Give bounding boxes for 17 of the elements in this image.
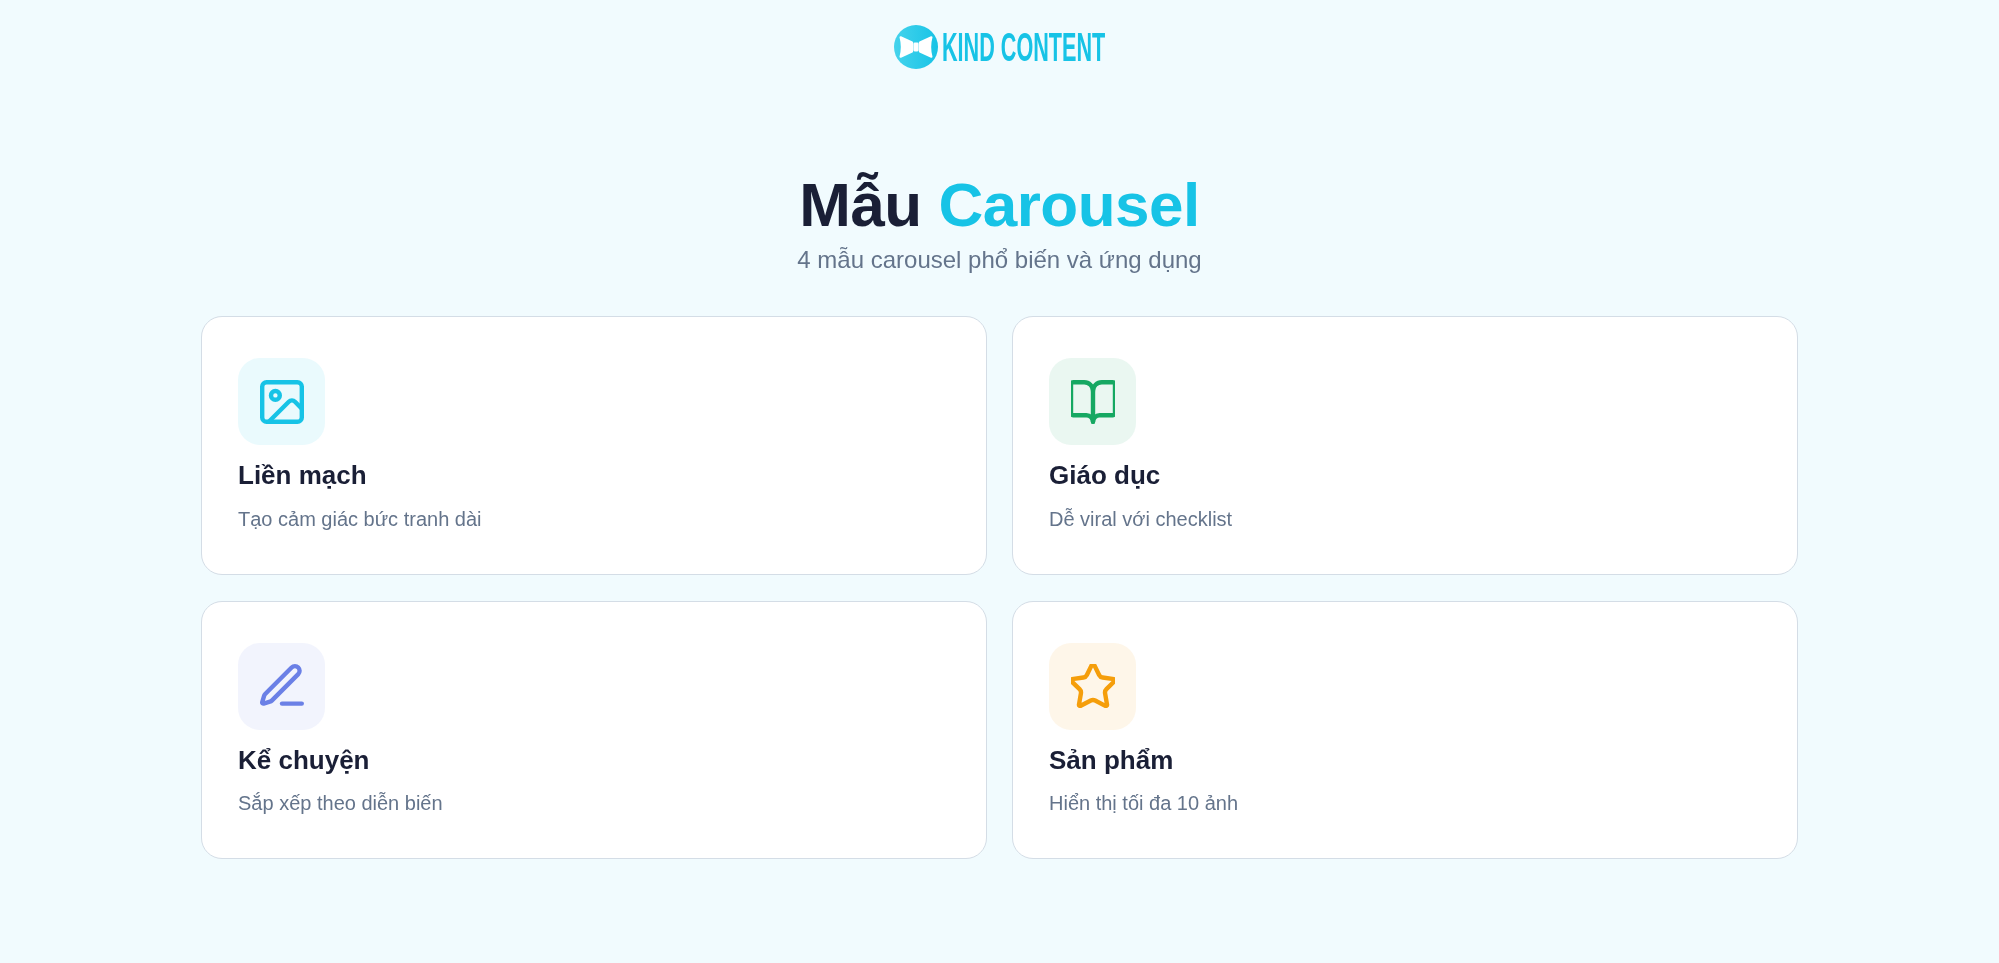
logo-text: KIND CONTENT	[941, 26, 1106, 67]
card-description: Hiển thị tối đa 10 ảnh	[1049, 790, 1240, 816]
card-title: Sản phẩm	[1049, 744, 1175, 776]
title-text: Mẫu	[799, 170, 922, 239]
card-title: Kể chuyện	[238, 744, 371, 776]
card-title: Giáo dục	[1049, 460, 1162, 492]
card-description: Tạo cảm giác bức tranh dài	[238, 506, 483, 532]
subtitle-text: 4 mẫu carousel phổ biến và ứng dụng	[796, 245, 1203, 276]
template-card[interactable]: Sản phẩm Hiển thị tối đa 10 ảnh	[1012, 600, 1798, 859]
template-card[interactable]: Liền mạch Tạo cảm giác bức tranh dài	[201, 316, 987, 575]
template-card[interactable]: Kể chuyện Sắp xếp theo diễn biến	[201, 600, 987, 859]
card-title: Liền mạch	[238, 460, 368, 492]
bowtie-logo-icon	[893, 24, 938, 69]
card-description: Sắp xếp theo diễn biến	[238, 790, 444, 816]
card-description: Dễ viral với checklist	[1049, 506, 1234, 532]
template-card[interactable]: Giáo dục Dễ viral với checklist	[1012, 316, 1798, 575]
title-highlight-text: Carousel	[938, 170, 1200, 239]
